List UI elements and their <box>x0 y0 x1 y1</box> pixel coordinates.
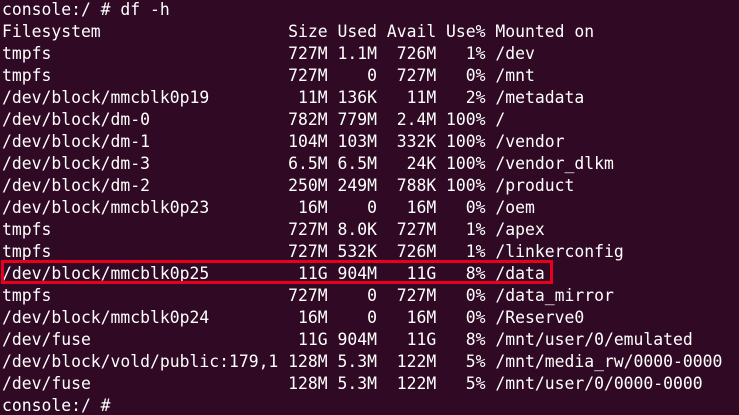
table-row: /dev/block/dm-0 782M 779M 2.4M 100% / <box>2 110 506 129</box>
table-row: /dev/block/dm-3 6.5M 6.5M 24K 100% /vend… <box>2 154 614 173</box>
table-row: tmpfs 727M 8.0K 727M 1% /apex <box>2 220 545 239</box>
table-row: tmpfs 727M 1.1M 726M 1% /dev <box>2 44 535 63</box>
table-row: /dev/block/mmcblk0p19 11M 136K 11M 2% /m… <box>2 88 585 107</box>
table-row: /dev/fuse 11G 904M 11G 8% /mnt/user/0/em… <box>2 330 693 349</box>
prompt-line[interactable]: console:/ # <box>2 395 120 415</box>
prompt-line: console:/ # df -h <box>2 0 170 19</box>
table-row: /dev/fuse 128M 5.3M 122M 5% /mnt/user/0/… <box>2 374 703 393</box>
terminal-window[interactable]: console:/ # df -h Filesystem Size Used A… <box>0 0 739 415</box>
table-row: /dev/block/vold/public:179,1 128M 5.3M 1… <box>2 352 723 371</box>
table-row: tmpfs 727M 0 727M 0% /mnt <box>2 66 535 85</box>
table-row: tmpfs 727M 0 727M 0% /data_mirror <box>2 286 614 305</box>
table-row: /dev/block/dm-2 250M 249M 788K 100% /pro… <box>2 176 575 195</box>
table-row: /dev/block/mmcblk0p24 16M 0 16M 0% /Rese… <box>2 308 585 327</box>
table-row: /dev/block/dm-1 104M 103M 332K 100% /ven… <box>2 132 565 151</box>
data-row-highlight-box <box>1 260 553 284</box>
table-row: /dev/block/mmcblk0p23 16M 0 16M 0% /oem <box>2 198 535 217</box>
table-header: Filesystem Size Used Avail Use% Mounted … <box>2 22 595 41</box>
